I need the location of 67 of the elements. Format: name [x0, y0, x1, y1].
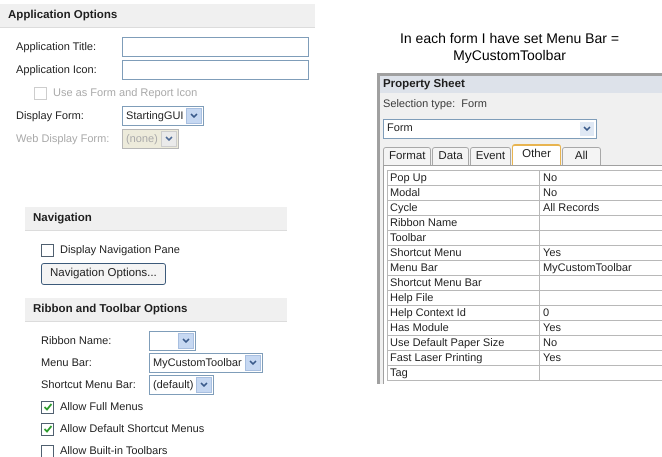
checkbox-label: Allow Built-in Toolbars: [60, 444, 168, 457]
field-label: Ribbon Name:: [41, 334, 112, 349]
property-value: 0: [542, 306, 550, 320]
checkbox[interactable]: [41, 444, 54, 457]
property-name: Help File: [388, 290, 540, 304]
caret-icon: [248, 360, 257, 366]
field-label: Application Icon:: [16, 62, 98, 78]
field-label: Web Display Form:: [16, 132, 110, 147]
checkbox[interactable]: [41, 422, 54, 436]
section-header: Navigation: [25, 207, 287, 231]
property-value: All Records: [542, 200, 600, 214]
checkbox-label: Use as Form and Report Icon: [53, 86, 198, 101]
property-name: Toolbar: [388, 230, 540, 244]
property-name: Cycle: [388, 200, 540, 214]
property-name: Menu Bar: [388, 260, 540, 274]
caption-text: MyCustomToolbar: [453, 47, 566, 64]
text-field[interactable]: [122, 37, 309, 57]
tab[interactable]: All: [562, 146, 601, 164]
property-value: Yes: [542, 350, 562, 364]
caret-icon: [164, 136, 173, 142]
checkmark-icon: [42, 402, 52, 412]
property-value: No: [542, 186, 558, 200]
caret-icon: [190, 113, 198, 119]
field-label: Shortcut Menu Bar:: [41, 378, 137, 393]
checkbox-label: Allow Full Menus: [60, 400, 144, 415]
caret-icon: [583, 126, 591, 132]
checkbox[interactable]: [41, 244, 54, 256]
caret-icon: [200, 382, 208, 388]
tab[interactable]: Event: [470, 146, 512, 164]
property-value: No: [542, 170, 558, 184]
dropdown[interactable]: StartingGUI: [122, 106, 204, 126]
property-name: Pop Up: [388, 170, 540, 184]
caption-text: In each form I have set Menu Bar =: [400, 30, 620, 47]
property-value: Yes: [542, 320, 562, 334]
checkmark-icon: [42, 424, 52, 434]
property-name: Modal: [388, 186, 540, 200]
selection-type-text: Selection type: Form: [382, 97, 488, 112]
checkbox-label: Allow Default Shortcut Menus: [60, 422, 204, 437]
property-name: Shortcut Menu Bar: [388, 276, 540, 290]
checkbox[interactable]: [41, 400, 54, 414]
field-label: Application Title:: [16, 40, 98, 55]
text-field[interactable]: [122, 60, 309, 80]
dropdown[interactable]: [149, 331, 196, 351]
property-name: Ribbon Name: [388, 216, 540, 230]
property-value: No: [542, 336, 558, 350]
object-dropdown[interactable]: Form: [383, 118, 597, 138]
property-name: Fast Laser Printing: [388, 350, 540, 364]
property-name: Shortcut Menu: [388, 246, 540, 260]
property-name: Tag: [388, 366, 540, 380]
caret-icon: [182, 338, 190, 344]
section-header: Application Options: [0, 4, 315, 28]
tab[interactable]: Format: [383, 146, 432, 164]
property-name: Help Context Id: [388, 306, 540, 320]
dropdown[interactable]: (default): [149, 375, 214, 395]
field-label: Menu Bar:: [41, 356, 93, 371]
property-value: Yes: [542, 246, 562, 260]
tab[interactable]: Other: [512, 144, 561, 164]
property-value: MyCustomToolbar: [542, 260, 633, 274]
checkbox-label: Display Navigation Pane: [60, 242, 180, 258]
panel-title: Property Sheet: [380, 76, 662, 93]
field-label: Display Form:: [16, 108, 85, 124]
section-header: Ribbon and Toolbar Options: [25, 298, 287, 322]
tab[interactable]: Data: [432, 146, 469, 164]
property-name: Use Default Paper Size: [388, 336, 540, 350]
property-name: Has Module: [388, 320, 540, 334]
navigation-options-button[interactable]: Navigation Options...: [41, 263, 166, 285]
dropdown[interactable]: MyCustomToolbar: [149, 353, 263, 373]
